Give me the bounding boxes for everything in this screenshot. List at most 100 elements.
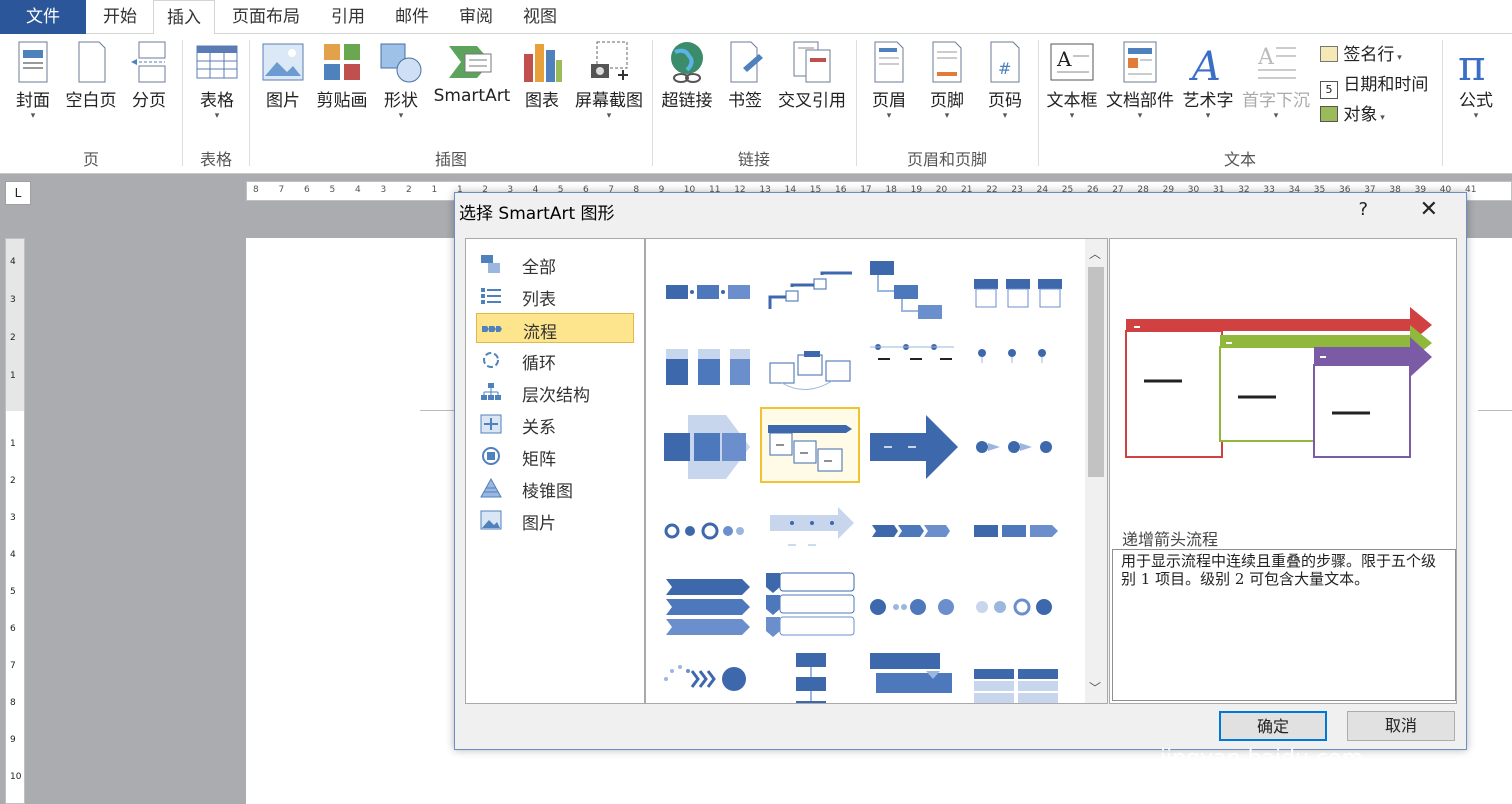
bookmark-button[interactable]: 书签: [722, 40, 768, 111]
equation-button[interactable]: π 公式 ▾: [1448, 40, 1504, 121]
ruler-tick-label: 2: [406, 185, 412, 195]
table-button[interactable]: 表格 ▾: [190, 40, 244, 121]
watermark-url: jingyan.baidu.com: [1160, 746, 1364, 771]
group-label-page: 页: [82, 150, 99, 169]
layout-thumbnail[interactable]: [762, 649, 862, 703]
smartart-button[interactable]: SmartArt: [430, 40, 514, 106]
scroll-thumb[interactable]: [1088, 267, 1104, 477]
chart-button[interactable]: 图表: [518, 40, 566, 111]
date-time-button[interactable]: 5 日期和时间: [1320, 70, 1428, 99]
layout-thumbnail[interactable]: [864, 569, 964, 645]
ok-button[interactable]: 确定: [1219, 711, 1327, 741]
layout-thumbnail[interactable]: [966, 649, 1066, 703]
layout-thumbnail[interactable]: [966, 569, 1066, 645]
ruler-tick-label: 2: [10, 476, 16, 486]
picture-icon: [480, 510, 502, 530]
category-hierarchy[interactable]: 层次结构: [476, 377, 634, 407]
category-cycle[interactable]: 循环: [476, 345, 634, 375]
close-button[interactable]: ✕: [1420, 197, 1438, 222]
layout-thumbnail[interactable]: [864, 649, 964, 703]
layout-thumbnail[interactable]: [762, 489, 862, 565]
header-icon: [874, 41, 904, 83]
layout-thumbnail[interactable]: [966, 327, 1066, 403]
layout-thumbnail[interactable]: [658, 247, 758, 323]
all-icon: [481, 255, 500, 273]
cross-reference-button[interactable]: 交叉引用: [774, 40, 850, 111]
calendar-icon: 5: [1320, 81, 1338, 99]
quick-parts-icon: [1123, 41, 1157, 83]
layout-thumbnail[interactable]: [658, 649, 758, 703]
ruler-tick-label: 5: [329, 185, 336, 195]
cycle-icon: [483, 352, 499, 368]
bar-chart-icon: [524, 44, 562, 82]
cancel-button[interactable]: 取消: [1347, 711, 1455, 741]
category-matrix[interactable]: 矩阵: [476, 441, 634, 471]
page-break-button[interactable]: 分页: [124, 40, 174, 111]
layout-thumbnail[interactable]: [966, 247, 1066, 323]
tab-selector[interactable]: L: [5, 181, 31, 205]
category-pyramid[interactable]: 棱锥图: [476, 473, 634, 503]
wordart-button[interactable]: A 艺术字 ▾: [1180, 40, 1236, 121]
layout-thumbnail[interactable]: [658, 569, 758, 645]
layout-thumbnail[interactable]: [658, 489, 758, 565]
blank-page-button[interactable]: 空白页: [62, 40, 120, 111]
layout-thumbnail[interactable]: [864, 409, 964, 485]
ruler-tick-label: 10: [10, 772, 22, 782]
layout-thumbnail[interactable]: [762, 569, 862, 645]
header-button[interactable]: 页眉 ▾: [864, 40, 914, 121]
shapes-button[interactable]: 形状 ▾: [376, 40, 426, 121]
cover-page-button[interactable]: 封面 ▾: [8, 40, 58, 121]
layout-thumbnail[interactable]: [864, 489, 964, 565]
category-list-item[interactable]: 列表: [476, 281, 634, 311]
text-box-icon: A: [1050, 43, 1094, 81]
hyperlink-button[interactable]: 超链接: [656, 40, 718, 111]
ruler-tick-label: 8: [253, 185, 259, 195]
tab-mailings[interactable]: 邮件: [382, 0, 442, 34]
tab-references[interactable]: 引用: [318, 0, 378, 34]
object-icon: [1320, 106, 1338, 122]
relationship-icon: [480, 414, 502, 434]
layout-thumbnail[interactable]: [966, 409, 1066, 485]
category-all[interactable]: 全部: [476, 249, 634, 279]
vertical-ruler[interactable]: 4 3 2 1 1 2 3 4 5 6 7 8 9 10: [5, 238, 25, 804]
footer-button[interactable]: 页脚 ▾: [922, 40, 972, 121]
clip-art-button[interactable]: 剪贴画: [312, 40, 372, 111]
matrix-icon: [482, 447, 500, 465]
layout-thumbnail[interactable]: [658, 327, 758, 403]
category-relationship[interactable]: 关系: [476, 409, 634, 439]
group-label-links: 链接: [737, 150, 770, 169]
text-box-button[interactable]: A 文本框 ▾: [1044, 40, 1100, 121]
tab-page-layout[interactable]: 页面布局: [218, 0, 314, 34]
help-button[interactable]: ?: [1358, 199, 1368, 220]
tab-insert[interactable]: 插入: [153, 0, 215, 35]
ruler-tick-label: 4: [10, 257, 16, 267]
layout-thumbnail[interactable]: [762, 327, 862, 403]
picture-button[interactable]: 图片: [258, 40, 308, 111]
layout-thumbnail[interactable]: [864, 247, 964, 323]
ruler-tick-label: 1: [10, 371, 16, 381]
tab-review[interactable]: 审阅: [446, 0, 506, 34]
process-icon: [482, 326, 502, 332]
layout-thumbnail[interactable]: [658, 409, 758, 485]
gallery-scrollbar[interactable]: ︿ ﹀: [1085, 239, 1107, 703]
screenshot-button[interactable]: 屏幕截图 ▾: [570, 40, 648, 121]
layout-gallery: ︿ ﹀: [645, 238, 1108, 704]
tab-view[interactable]: 视图: [510, 0, 570, 34]
drop-cap-button[interactable]: A 首字下沉 ▾: [1240, 40, 1312, 121]
layout-thumbnail[interactable]: [966, 489, 1066, 565]
ruler-tick-label: 4: [355, 185, 361, 195]
quick-parts-button[interactable]: 文档部件 ▾: [1104, 40, 1176, 121]
scroll-down-icon[interactable]: ﹀: [1089, 679, 1101, 696]
layout-thumbnail[interactable]: [864, 327, 964, 403]
category-picture[interactable]: 图片: [476, 505, 634, 535]
ruler-tick-label: 3: [10, 295, 16, 305]
tab-home[interactable]: 开始: [88, 0, 152, 34]
signature-line-button[interactable]: 签名行 ▾: [1320, 40, 1402, 65]
layout-thumbnail[interactable]: [762, 247, 862, 323]
page-number-button[interactable]: # 页码 ▾: [980, 40, 1030, 121]
tab-file[interactable]: 文件: [0, 0, 86, 34]
object-button[interactable]: 对象 ▾: [1320, 100, 1385, 125]
category-process[interactable]: 流程: [476, 313, 634, 343]
layout-thumbnail-incremental-arrow[interactable]: [760, 407, 860, 483]
scroll-up-icon[interactable]: ︿: [1089, 245, 1101, 262]
